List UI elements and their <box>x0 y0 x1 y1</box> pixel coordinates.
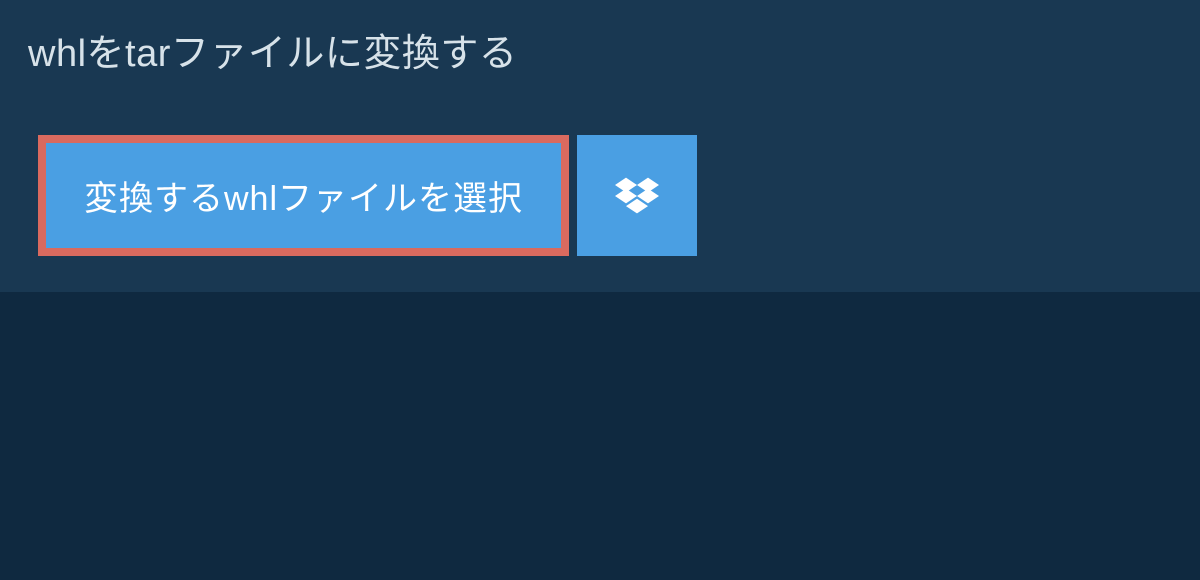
button-row: 変換するwhlファイルを選択 <box>0 99 1200 256</box>
select-file-button[interactable]: 変換するwhlファイルを選択 <box>38 135 569 256</box>
dropbox-button[interactable] <box>577 135 697 256</box>
select-file-label: 変換するwhlファイルを選択 <box>84 171 523 220</box>
title-bar: whlをtarファイルに変換する <box>0 0 549 99</box>
page-title: whlをtarファイルに変換する <box>28 33 517 75</box>
converter-panel: whlをtarファイルに変換する 変換するwhlファイルを選択 <box>0 0 1200 292</box>
dropbox-icon <box>615 174 659 218</box>
